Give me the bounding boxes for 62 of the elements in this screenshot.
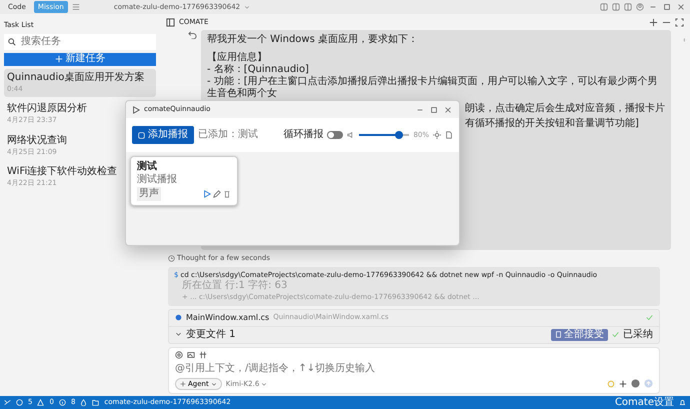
changes-title: 变更文件 1 xyxy=(186,328,236,340)
file-icon[interactable] xyxy=(445,131,453,139)
warning-icon[interactable] xyxy=(37,399,44,406)
settings-icon[interactable] xyxy=(433,131,441,139)
check-icon xyxy=(646,314,653,321)
at-icon[interactable] xyxy=(175,350,183,358)
add-broadcast-button[interactable]: 添加播报 xyxy=(132,126,194,144)
message-line: 有循环播报的开关按钮和音量调节功能] xyxy=(465,118,639,130)
folder-icon xyxy=(92,399,100,406)
play-icon xyxy=(132,106,140,114)
panel-icon[interactable] xyxy=(600,3,608,11)
accepted-label: 已采纳 xyxy=(623,328,653,340)
chevron-down-icon[interactable] xyxy=(175,331,182,338)
fullscreen-icon[interactable] xyxy=(675,18,684,26)
undo-icon[interactable] xyxy=(188,30,197,39)
info-icon[interactable] xyxy=(58,399,66,406)
flame-icon[interactable] xyxy=(80,399,88,406)
command-meta: 所在位置 行:1 字符: 63 xyxy=(181,280,288,292)
plus-icon xyxy=(54,55,62,63)
message-input[interactable]: @引用上下文，/调起指令，↑↓切换历史输入 xyxy=(175,360,653,376)
play-icon[interactable] xyxy=(203,190,211,198)
maximize-icon[interactable] xyxy=(429,106,439,114)
edit-icon[interactable] xyxy=(213,190,221,198)
voice-tag: 男声 xyxy=(137,187,161,201)
chevron-down-icon xyxy=(261,380,268,387)
new-task-button[interactable]: 新建任务 xyxy=(4,52,156,66)
close-icon[interactable] xyxy=(443,106,453,114)
search-icon xyxy=(8,38,16,46)
menu-icon[interactable] xyxy=(72,3,80,11)
search-field[interactable]: 搜索任务 xyxy=(4,34,156,50)
plus-icon[interactable] xyxy=(649,18,658,26)
account-icon[interactable] xyxy=(636,3,644,11)
add-icon xyxy=(138,132,145,138)
message-line: 朗读，点击确定后会生成对应音频，播报卡片 xyxy=(465,103,665,115)
message-line: - 名称：[Quinnaudio] xyxy=(207,64,310,76)
settings-link[interactable]: Comate设置 xyxy=(614,396,674,408)
message-line: 帮我开发一个 Windows 桌面应用，要求如下： xyxy=(207,34,419,46)
restore-icon[interactable] xyxy=(662,3,672,11)
close-icon[interactable] xyxy=(676,3,686,11)
card-text: 测试播报 xyxy=(137,174,178,186)
chevron-down-icon xyxy=(210,380,217,387)
panel-icon[interactable] xyxy=(612,3,620,11)
image-icon[interactable] xyxy=(187,350,195,358)
message-line: 【应用信息】 xyxy=(207,52,268,64)
error-icon[interactable] xyxy=(16,399,23,406)
message-line: - 功能：[用户在主窗口点击添加播报后弹出播报卡片编辑页面，用户可以输入文字，可以有最少两个男生音色和两个女 xyxy=(207,76,659,100)
added-label: 已添加：测试 xyxy=(198,129,258,141)
file-name[interactable]: MainWindow.xaml.cs xyxy=(186,312,270,324)
thought-icon xyxy=(168,254,175,262)
delete-icon[interactable] xyxy=(223,190,231,198)
bell-icon[interactable] xyxy=(679,399,686,406)
file-icon xyxy=(555,331,562,338)
sidebar-toggle-icon[interactable] xyxy=(166,18,175,26)
hash-icon[interactable] xyxy=(199,350,207,358)
loop-toggle[interactable] xyxy=(327,131,344,139)
check-icon xyxy=(612,331,619,338)
csharp-file-icon xyxy=(175,314,182,321)
accept-all-button[interactable]: 全部接受 xyxy=(551,328,608,340)
loop-label: 循环播报 xyxy=(283,129,324,141)
card-title: 测试 xyxy=(137,161,158,173)
panel-icon[interactable] xyxy=(624,3,632,11)
search-input[interactable]: 搜索任务 xyxy=(19,33,152,50)
